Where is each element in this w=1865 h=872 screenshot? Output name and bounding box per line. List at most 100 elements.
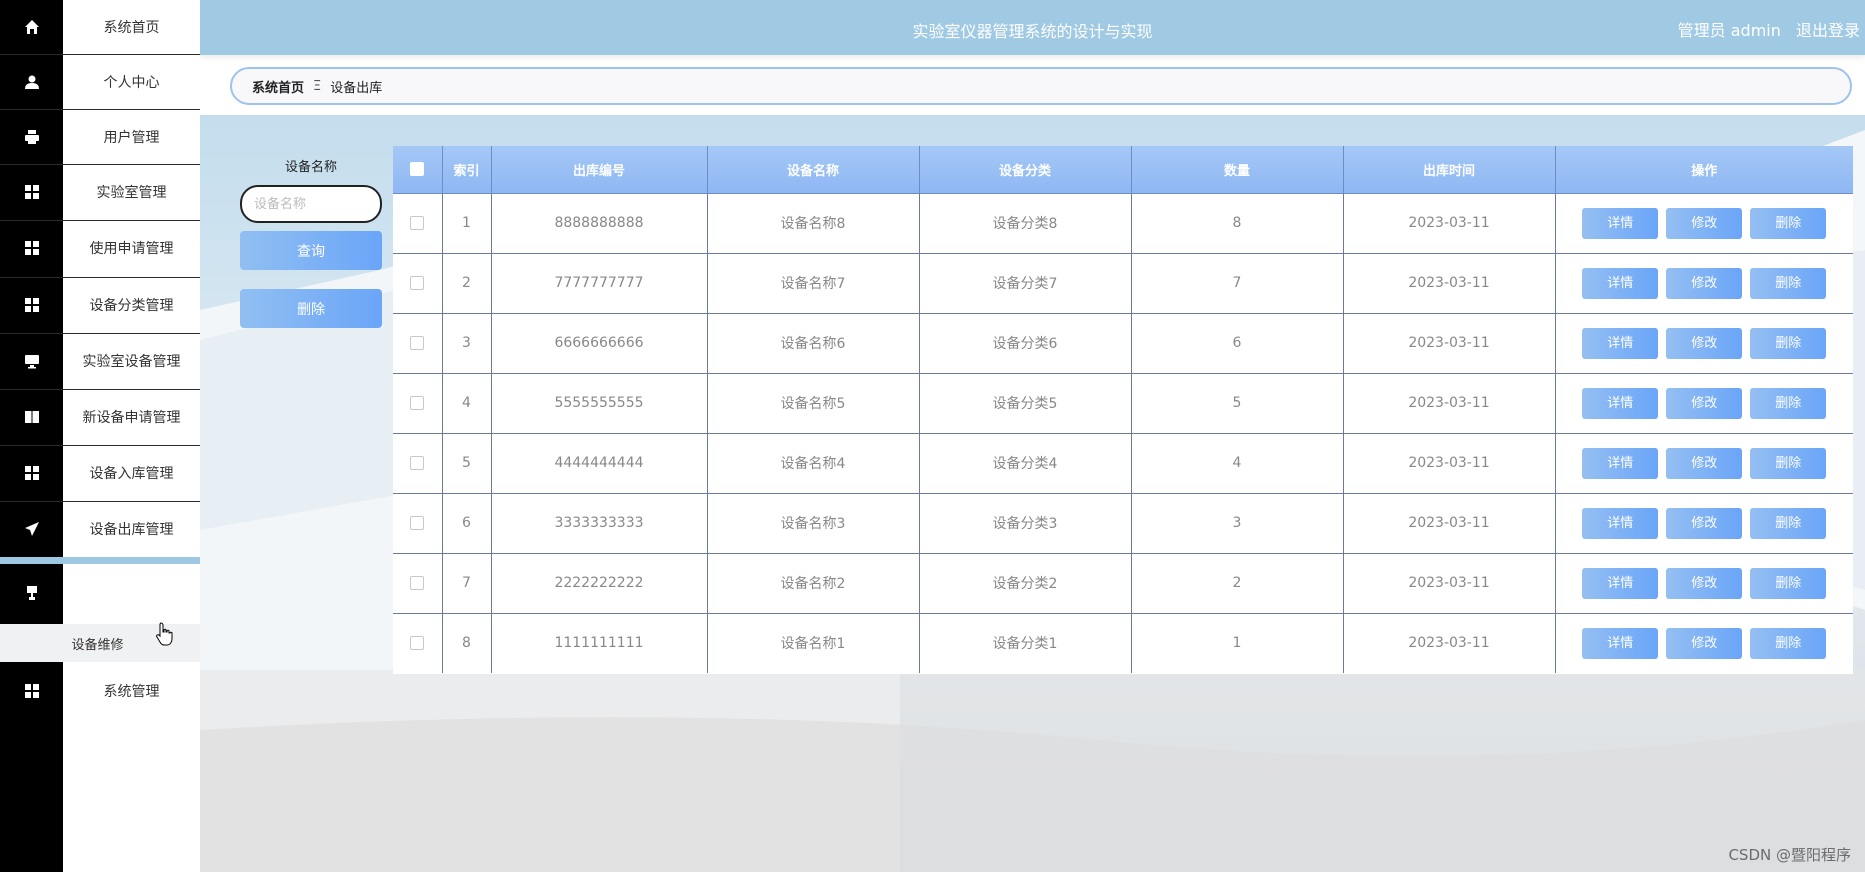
delete-button[interactable]: 删除	[1750, 267, 1827, 299]
row-select-cell[interactable]	[393, 553, 443, 614]
cell-device-category: 设备分类1	[919, 613, 1132, 673]
delete-button[interactable]: 删除	[1750, 387, 1827, 419]
grid-icon	[0, 221, 63, 275]
cell-device-category: 设备分类5	[919, 373, 1132, 434]
edit-button[interactable]: 修改	[1666, 387, 1743, 419]
row-select-cell[interactable]	[393, 433, 443, 494]
sidebar-item-label: 新设备申请管理	[82, 410, 181, 426]
row-select-cell[interactable]	[393, 613, 443, 673]
row-select-cell[interactable]	[393, 493, 443, 554]
sidebar-item-label: 设备分类管理	[89, 298, 174, 314]
row-select-cell[interactable]	[393, 313, 443, 374]
device-name-search-input[interactable]	[240, 185, 382, 223]
divider	[0, 220, 200, 221]
cell-index: 3	[442, 313, 492, 374]
detail-button[interactable]: 详情	[1582, 207, 1659, 239]
delete-button[interactable]: 删除	[1750, 507, 1827, 539]
sidebar-item-lab-equipment[interactable]: 实验室设备管理	[0, 334, 200, 388]
query-button[interactable]: 查询	[240, 231, 382, 270]
user-area: 管理员 admin 退出登录	[1668, 17, 1860, 41]
column-header: 操作	[1555, 146, 1853, 194]
sidebar-item-category-management[interactable]: 设备分类管理	[0, 278, 200, 332]
cell-quantity: 2	[1131, 553, 1344, 614]
sidebar-item-label: 个人中心	[103, 75, 160, 91]
detail-button[interactable]: 详情	[1582, 267, 1659, 299]
sidebar-item-new-equipment-application[interactable]: 新设备申请管理	[0, 390, 200, 444]
sidebar-item-equipment-stock-out[interactable]: 设备出库管理	[0, 502, 200, 556]
row-checkbox[interactable]	[410, 396, 425, 410]
sidebar-item-home[interactable]: 系统首页	[0, 0, 200, 54]
select-all-header[interactable]	[393, 146, 443, 194]
table-row: 4 5555555555 设备名称5 设备分类5 5 2023-03-11 详情 修改 删除	[393, 373, 1853, 434]
detail-button[interactable]: 详情	[1582, 327, 1659, 359]
cell-stock-out-time: 2023-03-11	[1343, 433, 1556, 494]
table-row: 8 1111111111 设备名称1 设备分类1 1 2023-03-11 详情 修改 删除	[393, 613, 1853, 673]
edit-button[interactable]: 修改	[1666, 567, 1743, 599]
cell-index: 7	[442, 553, 492, 614]
detail-button[interactable]: 详情	[1582, 567, 1659, 599]
sidebar-item-personal-center[interactable]: 个人中心	[0, 55, 200, 109]
delete-button[interactable]: 删除	[1750, 627, 1827, 659]
column-header: 数量	[1131, 146, 1344, 194]
row-select-cell[interactable]	[393, 373, 443, 434]
watermark: CSDN @暨阳程序	[1728, 846, 1851, 864]
edit-button[interactable]: 修改	[1666, 207, 1743, 239]
sidebar-item-equipment-stock-in[interactable]: 设备入库管理	[0, 446, 200, 500]
cell-device-category: 设备分类4	[919, 433, 1132, 494]
delete-button[interactable]: 删除	[1750, 327, 1827, 359]
cell-device-category: 设备分类7	[919, 253, 1132, 314]
divider	[0, 445, 200, 446]
sidebar-item-equipment-repair[interactable]	[0, 566, 200, 620]
delete-button[interactable]: 删除	[1750, 567, 1827, 599]
edit-button[interactable]: 修改	[1666, 447, 1743, 479]
data-table-container: 索引 出库编号 设备名称 设备分类 数量 出库时间 操作 1 8888888888…	[393, 146, 1853, 674]
delete-button[interactable]: 删除	[1750, 207, 1827, 239]
row-select-cell[interactable]	[393, 193, 443, 254]
table-header-row: 索引 出库编号 设备名称 设备分类 数量 出库时间 操作	[393, 146, 1853, 194]
breadcrumb-home[interactable]: 系统首页	[252, 77, 304, 96]
table-row: 7 2222222222 设备名称2 设备分类2 2 2023-03-11 详情 修改 删除	[393, 553, 1853, 614]
row-select-cell[interactable]	[393, 253, 443, 314]
row-checkbox[interactable]	[410, 216, 425, 230]
column-header: 索引	[442, 146, 492, 194]
column-header: 出库编号	[491, 146, 708, 194]
send-icon	[0, 502, 63, 556]
cell-actions: 详情 修改 删除	[1555, 253, 1853, 314]
delete-button[interactable]: 删除	[1750, 447, 1827, 479]
cell-quantity: 4	[1131, 433, 1344, 494]
detail-button[interactable]: 详情	[1582, 387, 1659, 419]
detail-button[interactable]: 详情	[1582, 507, 1659, 539]
edit-button[interactable]: 修改	[1666, 507, 1743, 539]
sidebar-item-usage-application[interactable]: 使用申请管理	[0, 221, 200, 275]
divider	[0, 109, 200, 110]
table-row: 3 6666666666 设备名称6 设备分类6 6 2023-03-11 详情 修改 删除	[393, 313, 1853, 374]
cell-device-name: 设备名称2	[707, 553, 920, 614]
cell-actions: 详情 修改 删除	[1555, 373, 1853, 434]
grid-icon	[0, 446, 63, 500]
sidebar-item-lab-management[interactable]: 实验室管理	[0, 165, 200, 219]
cell-device-name: 设备名称3	[707, 493, 920, 554]
row-checkbox[interactable]	[410, 276, 425, 290]
cell-index: 6	[442, 493, 492, 554]
select-all-checkbox[interactable]	[410, 162, 425, 177]
book-icon	[0, 390, 63, 444]
logout-link[interactable]: 退出登录	[1796, 21, 1860, 40]
cell-device-category: 设备分类6	[919, 313, 1132, 374]
edit-button[interactable]: 修改	[1666, 267, 1743, 299]
batch-delete-button[interactable]: 删除	[240, 289, 382, 328]
detail-button[interactable]: 详情	[1582, 627, 1659, 659]
sidebar-item-user-management[interactable]: 用户管理	[0, 110, 200, 164]
edit-button[interactable]: 修改	[1666, 627, 1743, 659]
row-checkbox[interactable]	[410, 576, 425, 590]
cell-stock-out-time: 2023-03-11	[1343, 553, 1556, 614]
sidebar-item-system-management[interactable]: 系统管理	[0, 664, 200, 718]
row-checkbox[interactable]	[410, 636, 425, 651]
row-checkbox[interactable]	[410, 336, 425, 350]
row-checkbox[interactable]	[410, 456, 425, 470]
stock-out-table: 索引 出库编号 设备名称 设备分类 数量 出库时间 操作 1 8888888888…	[393, 146, 1853, 673]
row-checkbox[interactable]	[410, 516, 425, 530]
edit-button[interactable]: 修改	[1666, 327, 1743, 359]
cell-device-name: 设备名称4	[707, 433, 920, 494]
cell-stock-out-code: 5555555555	[491, 373, 708, 434]
detail-button[interactable]: 详情	[1582, 447, 1659, 479]
